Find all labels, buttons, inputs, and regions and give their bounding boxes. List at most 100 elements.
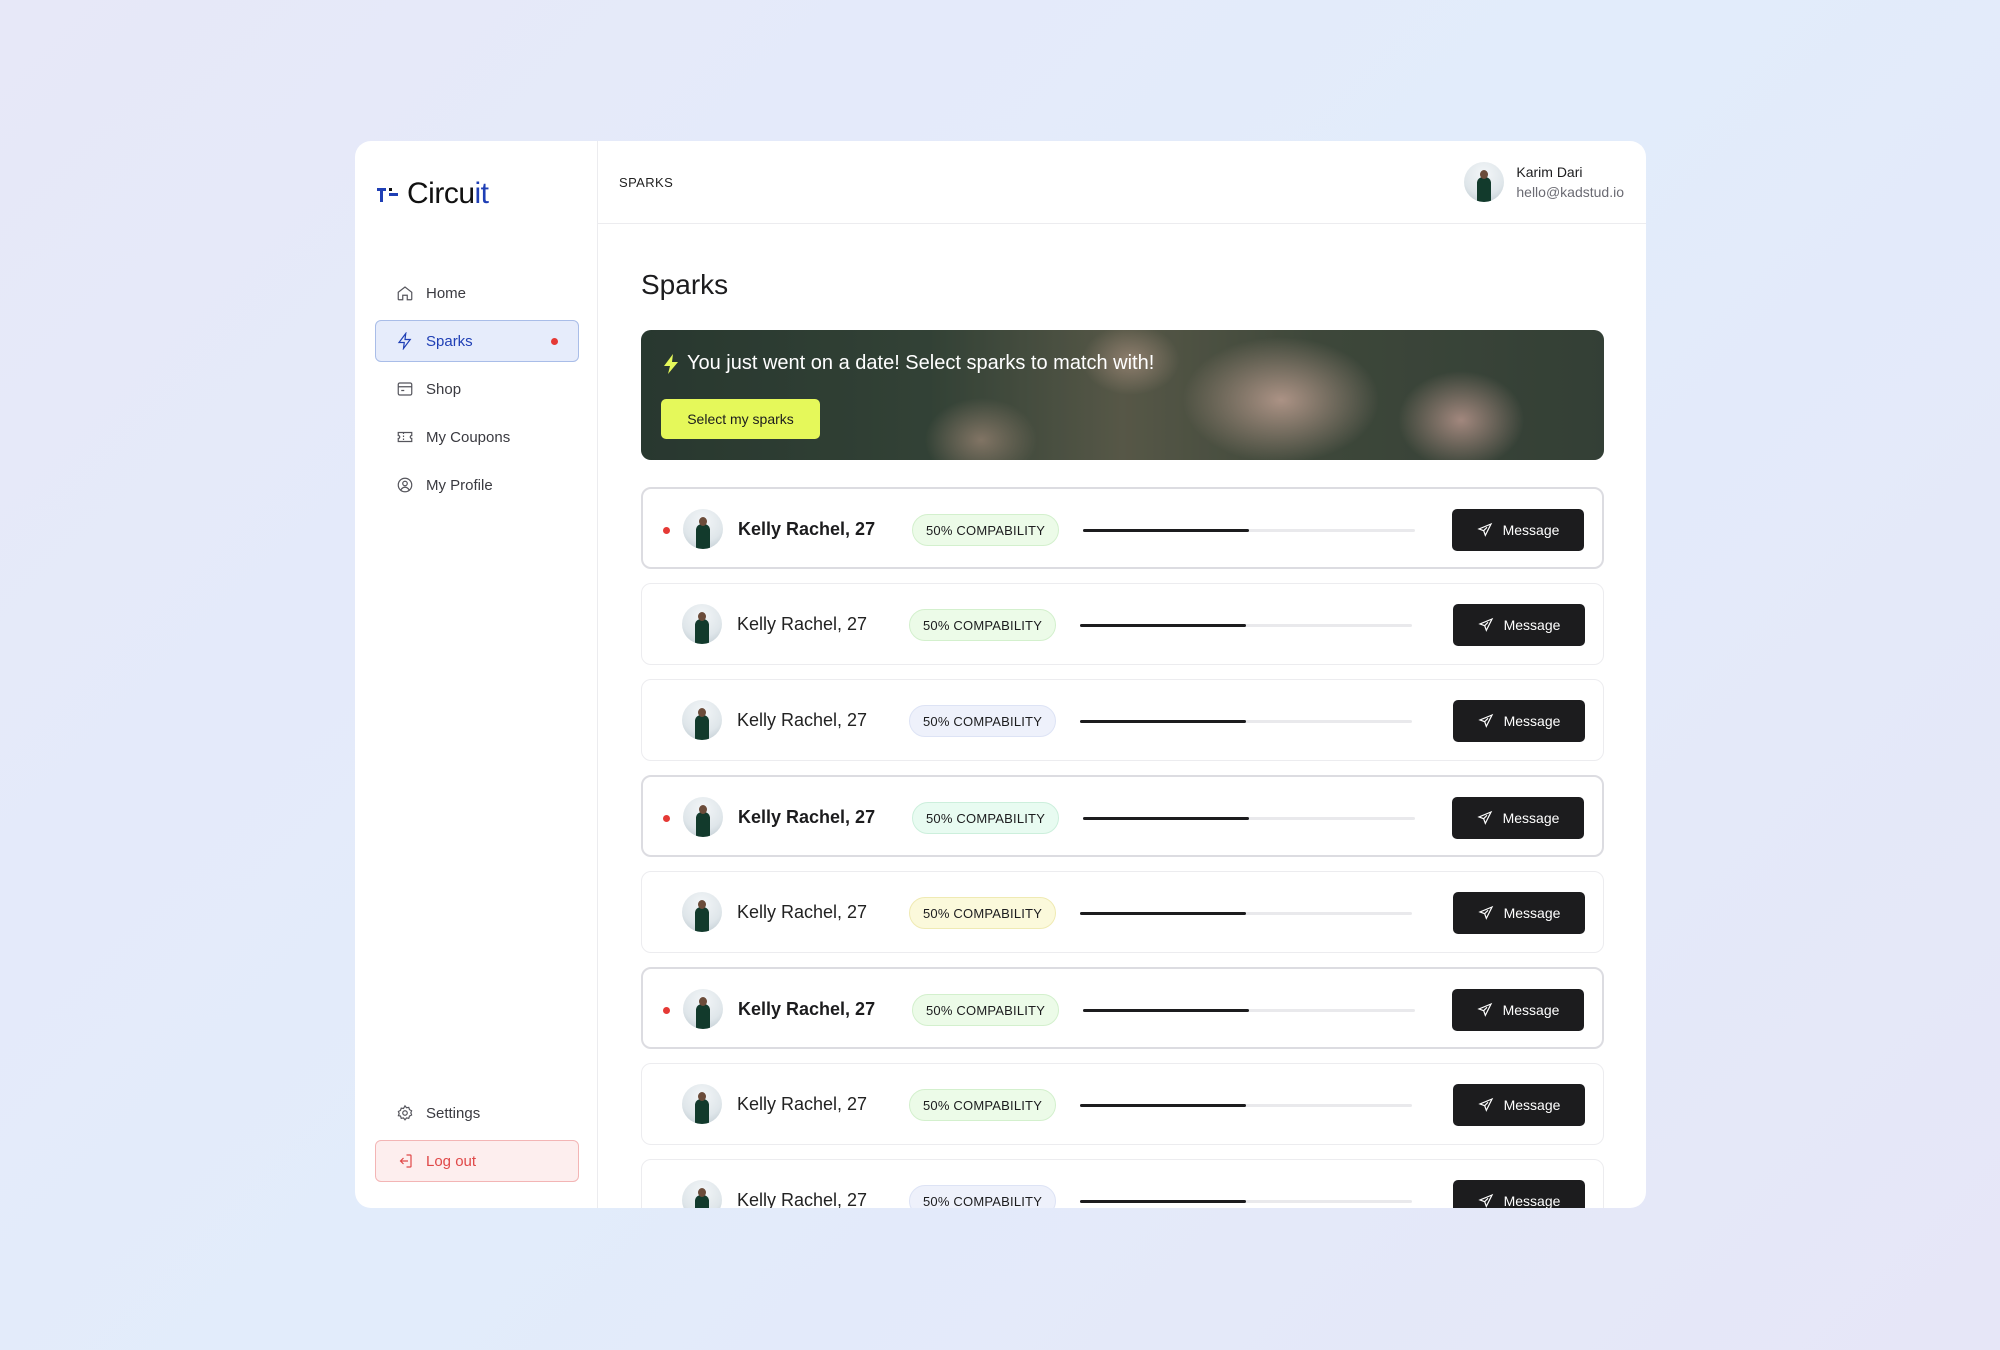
home-icon bbox=[396, 284, 414, 302]
profile-icon bbox=[396, 476, 414, 494]
sidebar-item-label: My Profile bbox=[426, 476, 493, 494]
main-content: SPARKS Karim Dari hello@kadstud.io Spark… bbox=[598, 141, 1646, 1208]
message-button[interactable]: Message bbox=[1453, 1084, 1585, 1126]
spark-name: Kelly Rachel, 27 bbox=[738, 807, 876, 827]
sidebar-item-home[interactable]: Home bbox=[375, 272, 579, 314]
spark-row[interactable]: Kelly Rachel, 27 50% COMPABILITY Message bbox=[641, 679, 1604, 761]
sidebar-item-label: Home bbox=[426, 284, 467, 302]
compatibility-progress bbox=[1080, 720, 1412, 723]
spark-name: Kelly Rachel, 27 bbox=[738, 519, 876, 539]
message-button[interactable]: Message bbox=[1453, 892, 1585, 934]
shop-icon bbox=[396, 380, 414, 398]
compatibility-badge: 50% COMPABILITY bbox=[909, 705, 1057, 737]
user-info: Karim Dari hello@kadstud.io bbox=[1516, 164, 1624, 200]
compatibility-progress bbox=[1083, 1009, 1415, 1012]
sidebar-item-label: Sparks bbox=[426, 332, 473, 350]
message-label: Message bbox=[1502, 1002, 1560, 1018]
compatibility-progress bbox=[1080, 912, 1412, 915]
banner-message: You just went on a date! Select sparks t… bbox=[663, 352, 1154, 375]
avatar bbox=[683, 509, 723, 549]
spark-row[interactable]: Kelly Rachel, 27 50% COMPABILITY Message bbox=[641, 583, 1604, 665]
sidebar-item-label: My Coupons bbox=[426, 428, 511, 446]
sidebar-item-label: Shop bbox=[426, 380, 462, 398]
user-email: hello@kadstud.io bbox=[1516, 184, 1624, 200]
progress-fill bbox=[1083, 1009, 1249, 1012]
compatibility-progress bbox=[1083, 529, 1415, 532]
breadcrumb: SPARKS bbox=[619, 174, 674, 190]
logo-text: Circuit bbox=[407, 177, 489, 210]
unread-dot bbox=[663, 815, 670, 822]
send-icon bbox=[1477, 1193, 1493, 1208]
sidebar-item-my-profile[interactable]: My Profile bbox=[375, 464, 579, 506]
app-window: Circuit Home Sparks Shop My Coupons My P… bbox=[355, 141, 1646, 1208]
message-button[interactable]: Message bbox=[1452, 797, 1584, 839]
unread-dot bbox=[663, 1007, 670, 1014]
topbar: SPARKS Karim Dari hello@kadstud.io bbox=[598, 141, 1646, 224]
sidebar-item-settings[interactable]: Settings bbox=[375, 1092, 579, 1134]
spark-row[interactable]: Kelly Rachel, 27 50% COMPABILITY Message bbox=[641, 487, 1604, 569]
user-name: Karim Dari bbox=[1516, 164, 1583, 180]
progress-fill bbox=[1080, 720, 1246, 723]
message-button[interactable]: Message bbox=[1452, 989, 1584, 1031]
send-icon bbox=[1476, 810, 1492, 825]
compatibility-badge: 50% COMPABILITY bbox=[909, 1089, 1057, 1121]
progress-fill bbox=[1080, 1104, 1246, 1107]
sidebar-item-my-coupons[interactable]: My Coupons bbox=[375, 416, 579, 458]
avatar bbox=[1464, 162, 1505, 202]
send-icon bbox=[1477, 905, 1493, 920]
avatar bbox=[683, 989, 723, 1029]
message-label: Message bbox=[1502, 810, 1560, 826]
spark-row[interactable]: Kelly Rachel, 27 50% COMPABILITY Message bbox=[641, 967, 1604, 1049]
avatar bbox=[682, 1084, 722, 1124]
spark-row[interactable]: Kelly Rachel, 27 50% COMPABILITY Message bbox=[641, 775, 1604, 857]
bolt-icon bbox=[396, 332, 414, 350]
logout-button[interactable]: Log out bbox=[375, 1140, 579, 1182]
coupon-icon bbox=[396, 428, 414, 446]
progress-fill bbox=[1080, 624, 1246, 627]
logout-icon bbox=[396, 1152, 414, 1170]
logo-icon bbox=[375, 182, 403, 206]
send-icon bbox=[1477, 1097, 1493, 1112]
bolt-icon bbox=[664, 353, 678, 374]
gear-icon bbox=[396, 1104, 414, 1122]
select-sparks-button[interactable]: Select my sparks bbox=[661, 399, 820, 439]
progress-fill bbox=[1080, 1200, 1246, 1203]
compatibility-badge: 50% COMPABILITY bbox=[912, 802, 1060, 834]
compatibility-progress bbox=[1080, 1104, 1412, 1107]
message-label: Message bbox=[1503, 905, 1561, 921]
compatibility-badge: 50% COMPABILITY bbox=[912, 514, 1060, 546]
spark-row[interactable]: Kelly Rachel, 27 50% COMPABILITY Message bbox=[641, 871, 1604, 953]
logo[interactable]: Circuit bbox=[375, 177, 489, 211]
logout-label: Log out bbox=[426, 1152, 477, 1170]
compatibility-badge: 50% COMPABILITY bbox=[909, 609, 1057, 641]
send-icon bbox=[1477, 713, 1493, 728]
sidebar-item-shop[interactable]: Shop bbox=[375, 368, 579, 410]
sidebar-item-sparks[interactable]: Sparks bbox=[375, 320, 579, 362]
send-icon bbox=[1477, 617, 1493, 632]
progress-fill bbox=[1080, 912, 1246, 915]
page-title: Sparks bbox=[641, 269, 729, 300]
message-button[interactable]: Message bbox=[1452, 509, 1584, 551]
progress-fill bbox=[1083, 817, 1249, 820]
sidebar: Circuit Home Sparks Shop My Coupons My P… bbox=[355, 141, 598, 1208]
spark-row[interactable]: Kelly Rachel, 27 50% COMPABILITY Message bbox=[641, 1063, 1604, 1145]
compatibility-badge: 50% COMPABILITY bbox=[909, 897, 1057, 929]
message-label: Message bbox=[1503, 1193, 1561, 1208]
message-button[interactable]: Message bbox=[1453, 700, 1585, 742]
spark-row[interactable]: Kelly Rachel, 27 50% COMPABILITY Message bbox=[641, 1159, 1604, 1208]
send-icon bbox=[1476, 1002, 1492, 1017]
sidebar-nav: Home Sparks Shop My Coupons My Profile bbox=[375, 272, 579, 512]
message-label: Message bbox=[1503, 713, 1561, 729]
message-button[interactable]: Message bbox=[1453, 604, 1585, 646]
message-button[interactable]: Message bbox=[1453, 1180, 1585, 1208]
settings-label: Settings bbox=[426, 1104, 481, 1122]
message-label: Message bbox=[1502, 522, 1560, 538]
sparks-list: Kelly Rachel, 27 50% COMPABILITY Message… bbox=[641, 487, 1604, 1208]
message-label: Message bbox=[1503, 617, 1561, 633]
sidebar-bottom: Settings Log out bbox=[375, 1092, 579, 1188]
compatibility-progress bbox=[1080, 1200, 1412, 1203]
user-menu[interactable]: Karim Dari hello@kadstud.io bbox=[1464, 162, 1624, 202]
progress-fill bbox=[1083, 529, 1249, 532]
compatibility-progress bbox=[1080, 624, 1412, 627]
send-icon bbox=[1476, 522, 1492, 537]
